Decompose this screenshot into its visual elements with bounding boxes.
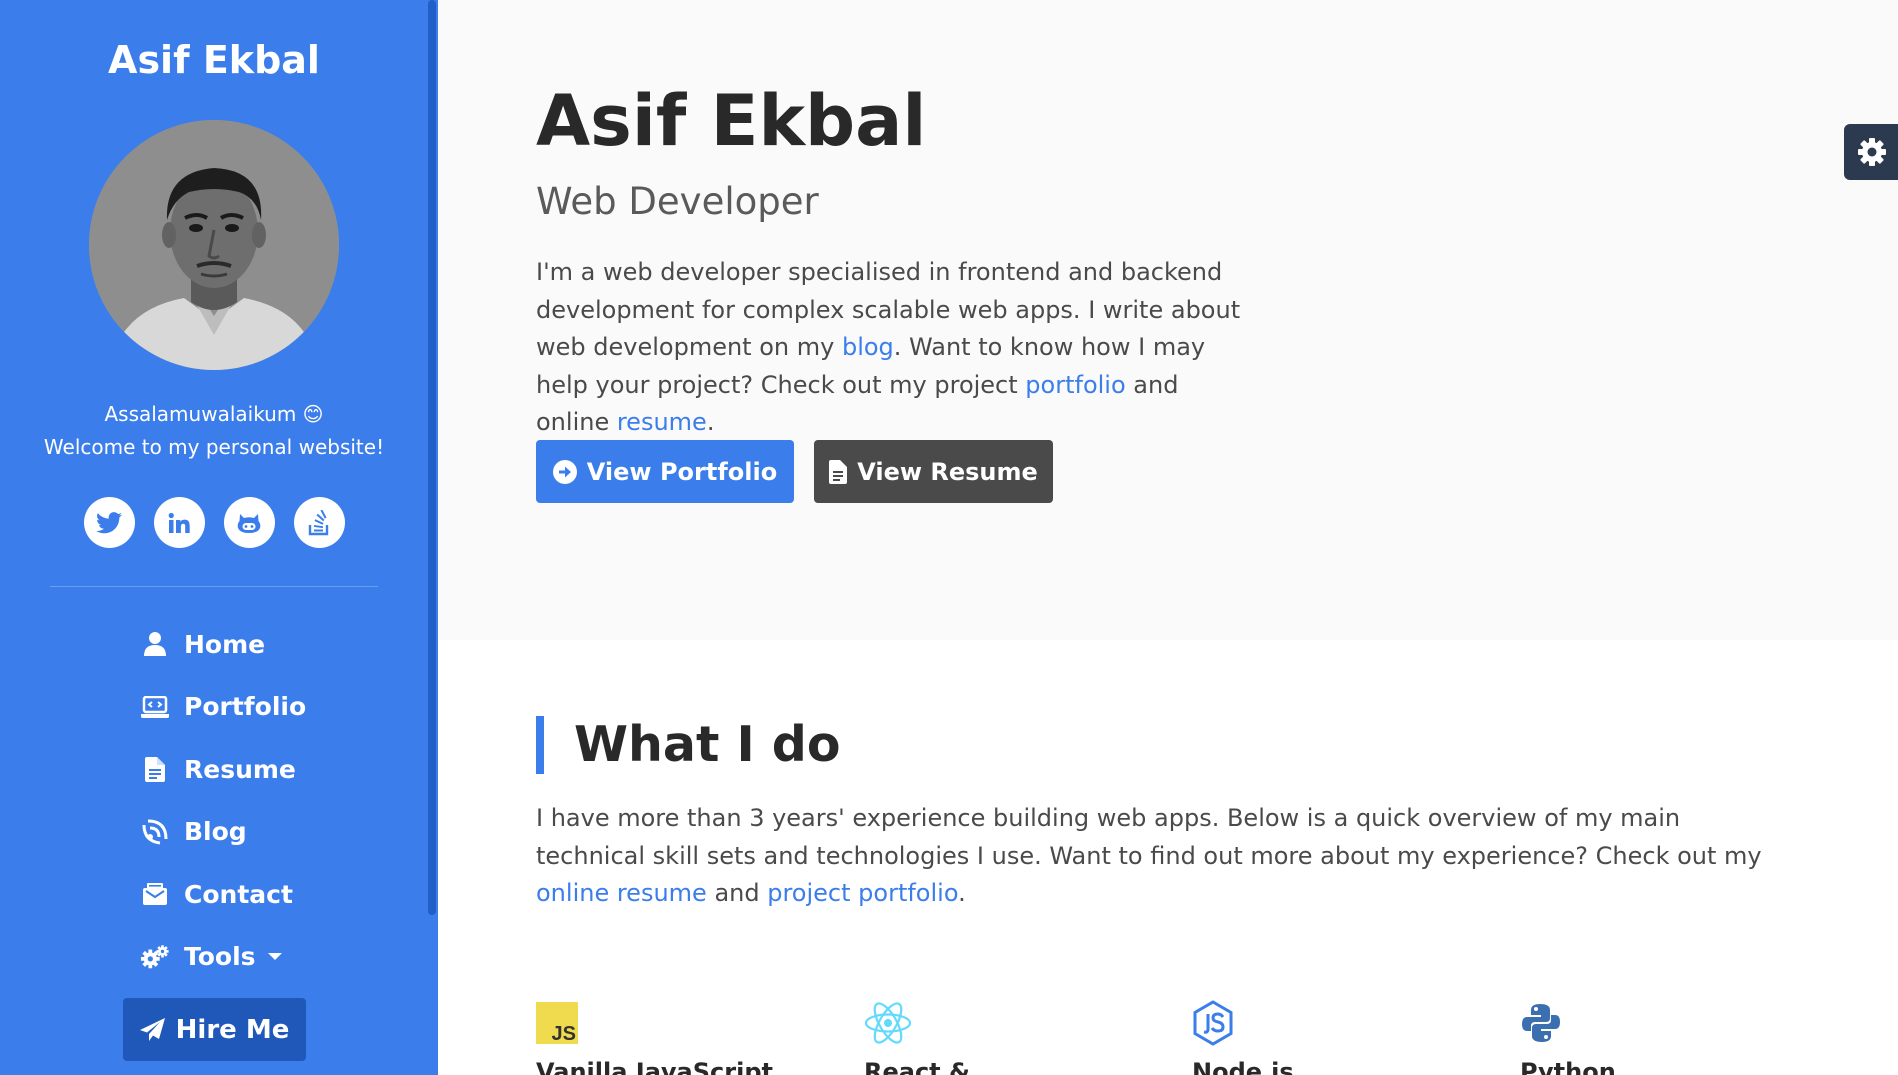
python-icon [1520,1000,1568,1046]
user-icon [140,629,170,659]
skill-name: Python [1520,1058,1616,1075]
blog-link[interactable]: blog [842,333,894,361]
section-text: I have more than 3 years' experience bui… [536,800,1776,913]
file-icon [829,459,848,484]
greeting-line-1: Assalamuwalaikum 😊 [104,402,324,426]
view-resume-button[interactable]: View Resume [814,440,1053,503]
view-portfolio-button[interactable]: View Portfolio [536,440,794,503]
job-role: Web Developer [536,180,819,223]
project-portfolio-link[interactable]: project portfolio [767,879,958,907]
chevron-down-icon [267,953,282,961]
greeting-line-2: Welcome to my personal website! [43,435,385,459]
skill-name: Node.js [1192,1058,1294,1075]
sidebar-divider [50,586,378,587]
sidebar-item-home[interactable]: Home [0,613,428,676]
linkedin-icon [168,512,190,533]
twitter-icon [96,511,122,533]
sidebar-item-label: Contact [184,879,293,909]
skill-item: Python [1520,1000,1780,1075]
portfolio-link[interactable]: portfolio [1025,371,1125,399]
arrow-circle-right-icon [552,459,577,484]
envelope-icon [140,879,170,909]
blog-icon [140,817,170,847]
sidebar: Asif Ekbal Assalamuwalaikum 😊 Welcome to… [0,0,438,1075]
paper-plane-icon [139,1017,165,1041]
avatar [89,120,339,370]
view-resume-label: View Resume [857,457,1038,486]
greeting: Assalamuwalaikum 😊 Welcome to my persona… [0,398,428,464]
section-title: What I do [574,716,841,773]
sidebar-item-blog[interactable]: Blog [0,801,428,864]
nodejs-icon [1192,1000,1240,1046]
sidebar-item-portfolio[interactable]: Portfolio [0,676,428,739]
section-accent-bar [536,716,544,774]
hire-me-button[interactable]: Hire Me [123,998,306,1061]
sidebar-scrollbar[interactable] [428,0,436,915]
github-icon [237,513,261,533]
skill-name: Vanilla JavaScript [536,1058,773,1075]
sidebar-item-label: Tools [184,942,256,972]
social-links [0,497,428,548]
twitter-link[interactable] [83,497,135,548]
stackoverflow-icon [308,509,329,535]
sidebar-item-label: Resume [184,754,296,784]
view-portfolio-label: View Portfolio [586,457,778,486]
react-icon [864,1000,912,1046]
profile-photo [89,120,339,370]
section-text-part: I have more than 3 years' experience bui… [536,804,1762,870]
section-text-part: and [706,879,768,907]
intro-text: I'm a web developer specialised in front… [536,254,1256,442]
laptop-code-icon [140,692,170,722]
linkedin-link[interactable] [153,497,205,548]
stackoverflow-link[interactable] [293,497,345,548]
skill-name: React & [864,1058,970,1075]
section-text-part: . [958,879,966,907]
svg-text:JS: JS [552,1023,576,1044]
online-resume-link[interactable]: online resume [536,879,707,907]
sidebar-item-contact[interactable]: Contact [0,863,428,926]
gear-icon [1858,138,1886,166]
sidebar-nav: Home Portfolio Resume Blog Contact Tools [0,613,428,988]
sidebar-item-label: Portfolio [184,692,307,722]
sidebar-item-tools[interactable]: Tools [0,926,428,989]
style-switcher-toggle[interactable] [1844,124,1898,180]
skill-item: React & [864,1000,1124,1075]
intro-text-part: . [706,408,715,436]
resume-link[interactable]: resume [617,408,707,436]
sidebar-item-resume[interactable]: Resume [0,738,428,801]
sidebar-item-label: Home [184,629,266,659]
cogs-icon [140,942,170,972]
page-title: Asif Ekbal [536,80,927,162]
hire-me-label: Hire Me [175,1014,290,1045]
file-icon [140,754,170,784]
github-link[interactable] [223,497,275,548]
sidebar-brand[interactable]: Asif Ekbal [0,38,428,82]
js-icon: JS [536,1000,584,1046]
sidebar-item-label: Blog [184,817,247,847]
skill-item: JS Vanilla JavaScript [536,1000,796,1075]
skill-item: Node.js [1192,1000,1452,1075]
